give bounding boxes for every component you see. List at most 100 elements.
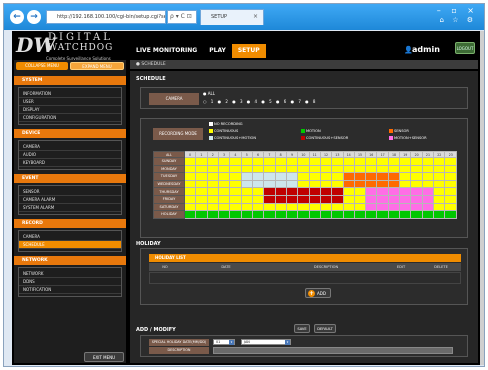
schedule-cell[interactable]: [263, 157, 276, 166]
schedule-cell[interactable]: [251, 157, 265, 166]
schedule-cell[interactable]: [217, 210, 231, 219]
schedule-cell[interactable]: [421, 164, 435, 174]
schedule-cell[interactable]: [399, 202, 412, 212]
mode-sensor[interactable]: SENSOR: [389, 129, 409, 133]
schedule-cell[interactable]: [433, 202, 446, 212]
schedule-cell[interactable]: [365, 194, 378, 204]
schedule-cell[interactable]: [251, 187, 265, 196]
schedule-cell[interactable]: [263, 210, 276, 219]
schedule-cell[interactable]: [297, 164, 310, 174]
schedule-cell[interactable]: [444, 179, 457, 189]
schedule-cell[interactable]: [297, 157, 310, 166]
sidebar-item-system-alarm[interactable]: SYSTEM ALARM: [19, 204, 121, 212]
schedule-cell[interactable]: [195, 187, 208, 196]
schedule-cell[interactable]: [353, 164, 367, 174]
schedule-cell[interactable]: [217, 164, 231, 174]
schedule-cell[interactable]: [206, 187, 219, 196]
schedule-cell[interactable]: [376, 172, 389, 181]
schedule-cell[interactable]: [240, 187, 253, 196]
window-controls[interactable]: – ▫ ×: [437, 6, 478, 15]
schedule-cell[interactable]: [353, 210, 367, 219]
schedule-cell[interactable]: [331, 187, 344, 196]
nav-setup[interactable]: SETUP: [231, 44, 266, 58]
schedule-cell[interactable]: [433, 194, 446, 204]
day-label[interactable]: SATURDAY: [153, 202, 185, 212]
nav-play[interactable]: PLAY: [203, 44, 232, 58]
schedule-cell[interactable]: [331, 194, 344, 204]
schedule-cell[interactable]: [229, 194, 242, 204]
schedule-cell[interactable]: [421, 157, 435, 166]
schedule-cell[interactable]: [297, 187, 310, 196]
schedule-cell[interactable]: [308, 157, 321, 166]
schedule-cell[interactable]: [387, 202, 401, 212]
schedule-cell[interactable]: [297, 210, 310, 219]
camera-radio-group[interactable]: ○ 1 ● 2 ● 3 ● 4 ● 5 ● 6 ● 7 ● 8: [203, 99, 315, 104]
schedule-cell[interactable]: [331, 210, 344, 219]
schedule-cell[interactable]: [195, 210, 208, 219]
schedule-cell[interactable]: [251, 179, 265, 189]
schedule-cell[interactable]: [297, 179, 310, 189]
address-bar[interactable]: http://192.168.100.100/cgi-bin/setup.cgi…: [46, 10, 166, 24]
schedule-cell[interactable]: [229, 164, 242, 174]
schedule-cell[interactable]: [229, 179, 242, 189]
schedule-cell[interactable]: [421, 210, 435, 219]
schedule-cell[interactable]: [444, 172, 457, 181]
schedule-cell[interactable]: [319, 202, 333, 212]
schedule-cell[interactable]: [353, 172, 367, 181]
schedule-cell[interactable]: [285, 194, 299, 204]
schedule-cell[interactable]: [365, 202, 378, 212]
schedule-cell[interactable]: [365, 187, 378, 196]
sidebar-section-record[interactable]: RECORD: [14, 219, 126, 228]
schedule-cell[interactable]: [285, 202, 299, 212]
day-select[interactable]: JAN ▾: [241, 339, 291, 345]
schedule-cell[interactable]: [240, 172, 253, 181]
schedule-cell[interactable]: [387, 210, 401, 219]
sidebar-item-schedule[interactable]: SCHEDULE: [19, 241, 121, 249]
schedule-cell[interactable]: [410, 187, 423, 196]
schedule-cell[interactable]: [285, 164, 299, 174]
tab-close-icon[interactable]: ×: [253, 13, 258, 20]
schedule-cell[interactable]: [251, 164, 265, 174]
schedule-cell[interactable]: [217, 202, 231, 212]
schedule-cell[interactable]: [376, 157, 389, 166]
schedule-grid[interactable]: ALL 0 1 2 3 4 5 6 7 8 9 10 11 12 13 14 15 16 17 18 19 20 21 22 2…: [153, 151, 457, 219]
schedule-cell[interactable]: [297, 194, 310, 204]
camera-radio-7[interactable]: ● 7: [291, 99, 301, 104]
schedule-cell[interactable]: [274, 179, 287, 189]
sidebar-item-keyboard[interactable]: KEYBOARD: [19, 159, 121, 167]
schedule-cell[interactable]: [387, 172, 401, 181]
schedule-cell[interactable]: [342, 194, 355, 204]
schedule-cell[interactable]: [410, 164, 423, 174]
schedule-cell[interactable]: [240, 210, 253, 219]
schedule-cell[interactable]: [229, 210, 242, 219]
forward-button[interactable]: →: [27, 10, 41, 24]
schedule-cell[interactable]: [444, 210, 457, 219]
schedule-cell[interactable]: [206, 172, 219, 181]
day-label[interactable]: HOLIDAY: [153, 210, 185, 219]
sidebar-section-network[interactable]: NETWORK: [14, 256, 126, 265]
schedule-cell[interactable]: [331, 157, 344, 166]
schedule-cell[interactable]: [183, 210, 197, 219]
schedule-cell[interactable]: [195, 164, 208, 174]
schedule-cell[interactable]: [410, 157, 423, 166]
schedule-cell[interactable]: [274, 187, 287, 196]
mode-no-recording[interactable]: NO RECORDING: [209, 122, 243, 126]
schedule-cell[interactable]: [240, 202, 253, 212]
schedule-cell[interactable]: [183, 202, 197, 212]
expand-menu-button[interactable]: EXPAND MENU: [70, 62, 124, 70]
schedule-cell[interactable]: [285, 172, 299, 181]
schedule-cell[interactable]: [274, 172, 287, 181]
sidebar-item-information[interactable]: INFORMATION: [19, 90, 121, 98]
schedule-cell[interactable]: [421, 172, 435, 181]
schedule-cell[interactable]: [195, 172, 208, 181]
camera-radio-2[interactable]: ● 2: [218, 99, 228, 104]
schedule-cell[interactable]: [399, 179, 412, 189]
nav-live-monitoring[interactable]: LIVE MONITORING: [130, 44, 203, 58]
schedule-cell[interactable]: [229, 157, 242, 166]
sidebar-item-user[interactable]: USER: [19, 98, 121, 106]
schedule-cell[interactable]: [263, 172, 276, 181]
schedule-cell[interactable]: [342, 157, 355, 166]
schedule-cell[interactable]: [285, 187, 299, 196]
schedule-cell[interactable]: [229, 202, 242, 212]
schedule-cell[interactable]: [206, 157, 219, 166]
